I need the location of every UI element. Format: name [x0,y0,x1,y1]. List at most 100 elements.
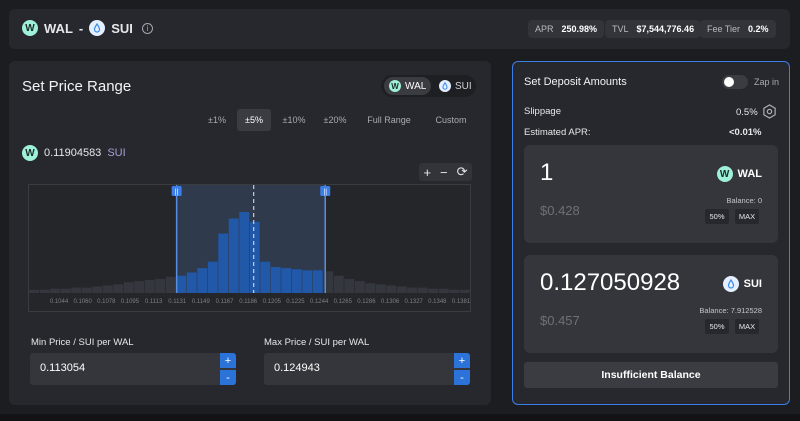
liquidity-bar [302,270,313,293]
liquidity-bar [386,285,397,293]
price-range-panel: Set Price Range W WAL SUI ±1% ±5% ±10% ±… [9,61,491,405]
slippage-value: 0.5% [736,107,758,118]
token-b-amount-input[interactable]: 0.127050928 [540,269,680,297]
x-tick-label: 0.1131 [168,299,187,305]
token-b-balance: Balance: 7.912528 [699,306,762,315]
zap-in-toggle[interactable] [722,75,748,89]
liquidity-bar [144,280,155,293]
liquidity-bar [29,289,40,293]
toggle-option-label: WAL [405,80,427,92]
range-option-1pct[interactable]: ±1% [203,109,231,131]
x-tick-label: 0.1205 [263,299,282,305]
submit-button[interactable]: Insufficient Balance [524,362,778,388]
toggle-option-sui[interactable]: SUI [434,77,477,95]
liquidity-bar [60,288,71,293]
min-price-input[interactable]: 0.113054 + - [30,353,236,385]
liquidity-bar [281,268,292,293]
range-option-full[interactable]: Full Range [361,109,417,131]
token-a-half-button[interactable]: 50% [705,209,729,224]
range-option-custom[interactable]: Custom [427,109,475,131]
liquidity-bar [449,289,460,293]
pair-separator: - [78,20,84,36]
liquidity-bar [249,221,260,293]
liquidity-bar [176,275,187,293]
reset-zoom-icon[interactable]: ⟳ [457,164,468,180]
x-tick-label: 0.1286 [357,299,376,305]
sui-coin-icon [89,20,106,36]
min-price-label: Min Price / SUI per WAL [31,337,134,348]
liquidity-bar [270,267,281,293]
token-b-max-button[interactable]: MAX [735,319,759,334]
liquidity-bar [81,287,92,293]
wal-coin-icon: W [22,145,38,161]
token-a-max-button[interactable]: MAX [735,209,759,224]
max-price-increment-button[interactable]: + [454,353,470,368]
pool-header: W WAL - SUI i APR 250.98% TVL $7,544,776… [9,9,790,49]
max-price-value[interactable]: 0.124943 [274,362,320,374]
token-b-deposit-box: 0.127050928 $0.457 SUI Balance: 7.912528… [524,255,778,353]
liquidity-bar [123,282,134,293]
liquidity-bar [417,287,428,293]
liquidity-bar [333,275,344,293]
min-price-decrement-button[interactable]: - [220,370,236,385]
x-tick-label: 0.1244 [310,299,329,305]
wal-coin-icon: W [716,166,733,182]
wal-coin-icon: W [389,80,401,92]
liquidity-bar [375,284,386,293]
liquidity-bar [71,287,82,293]
bottom-strip [0,414,800,421]
range-option-20pct[interactable]: ±20% [318,109,352,131]
x-tick-label: 0.1078 [97,299,116,305]
liquidity-bar [218,233,229,293]
liquidity-chart[interactable]: || || 0.1044 0.1060 0.1078 0.1095 0.1113 0.1131… [28,184,471,312]
range-option-5pct[interactable]: ±5% [237,109,271,131]
x-tick-label: 0.1306 [381,299,400,305]
current-price: W 0.11904583 SUI [22,145,126,161]
x-tick-label: 0.1044 [50,299,69,305]
x-tick-label: 0.1381 [452,299,470,305]
token-b-half-button[interactable]: 50% [705,319,729,334]
liquidity-bar [92,286,103,293]
info-icon[interactable]: i [141,22,153,34]
liquidity-bar [207,261,218,293]
liquidity-bar [459,289,470,293]
range-option-10pct[interactable]: ±10% [277,109,311,131]
panel-title: Set Price Range [22,78,132,95]
liquidity-bar [428,288,439,293]
fee-tier-stat: Fee Tier 0.2% [700,20,776,38]
toggle-option-label: SUI [455,80,472,92]
liquidity-histogram: || || 0.1044 0.1060 0.1078 0.1095 0.1113 0.1131… [29,185,470,305]
gear-icon[interactable] [762,104,777,119]
max-price-decrement-button[interactable]: - [454,370,470,385]
max-price-label: Max Price / SUI per WAL [264,337,370,348]
liquidity-bar [365,283,376,293]
liquidity-bar [39,289,50,293]
max-price-input[interactable]: 0.124943 + - [264,353,470,385]
token-a-amount-input[interactable]: 1 [540,159,553,187]
token-a-selector: W WAL [716,166,762,182]
min-price-value[interactable]: 0.113054 [40,362,85,374]
x-tick-label: 0.1186 [239,299,258,305]
toggle-option-wal[interactable]: W WAL [384,77,432,95]
x-tick-label: 0.1060 [73,299,92,305]
liquidity-bar [113,284,124,293]
x-tick-label: 0.1348 [428,299,447,305]
max-price-handle-grip: || [323,189,327,196]
token-a-symbol: WAL [737,168,762,180]
zoom-out-icon[interactable]: − [440,165,448,180]
liquidity-bar [228,218,239,293]
liquidity-bar [197,268,208,293]
toggle-knob [724,77,734,87]
liquidity-bar [134,281,145,293]
apr-label: APR [535,24,554,34]
min-price-increment-button[interactable]: + [220,353,236,368]
liquidity-bar [102,285,113,293]
fee-tier-value: 0.2% [748,24,769,34]
apr-stat: APR 250.98% [528,20,605,38]
sui-coin-icon [722,276,739,292]
zoom-in-icon[interactable]: + [423,165,431,180]
liquidity-bar [312,270,323,293]
liquidity-bar [239,212,250,293]
liquidity-bar [438,288,449,293]
x-tick-label: 0.1113 [145,299,163,305]
